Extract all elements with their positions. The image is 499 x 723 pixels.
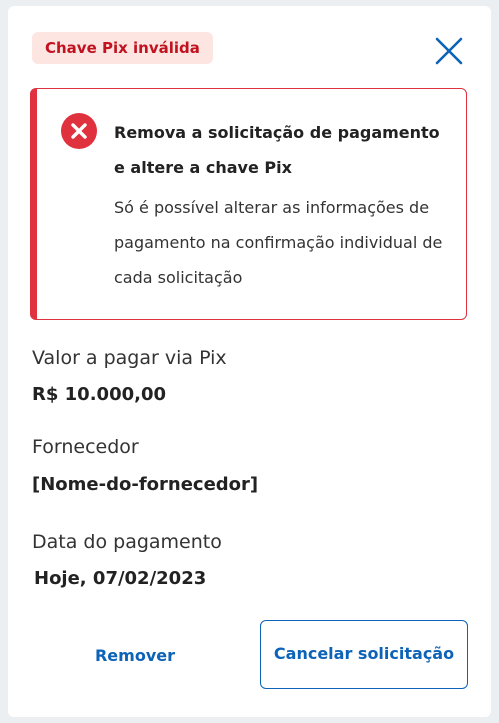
supplier-value: [Nome-do-fornecedor] — [32, 474, 259, 495]
payment-date-label: Data do pagamento — [32, 531, 222, 553]
alert-title: Remova a solicitação de pagamento e alte… — [114, 123, 440, 177]
amount-label: Valor a pagar via Pix — [32, 347, 227, 369]
supplier-label: Fornecedor — [32, 436, 139, 458]
alert-message: Só é possível alterar as informações de … — [114, 198, 443, 287]
status-badge: Chave Pix inválida — [32, 32, 213, 64]
close-icon — [435, 37, 463, 65]
error-alert: Remova a solicitação de pagamento e alte… — [30, 88, 467, 320]
payment-date-value: Hoje, 07/02/2023 — [34, 568, 207, 589]
cancel-request-button[interactable]: Cancelar solicitação — [260, 620, 468, 689]
invalid-pix-key-card: Chave Pix inválida Remova a solicitação … — [8, 6, 491, 717]
error-x-icon — [61, 113, 97, 149]
close-button[interactable] — [432, 34, 466, 68]
remove-button[interactable]: Remover — [70, 640, 200, 672]
amount-value: R$ 10.000,00 — [32, 384, 166, 405]
